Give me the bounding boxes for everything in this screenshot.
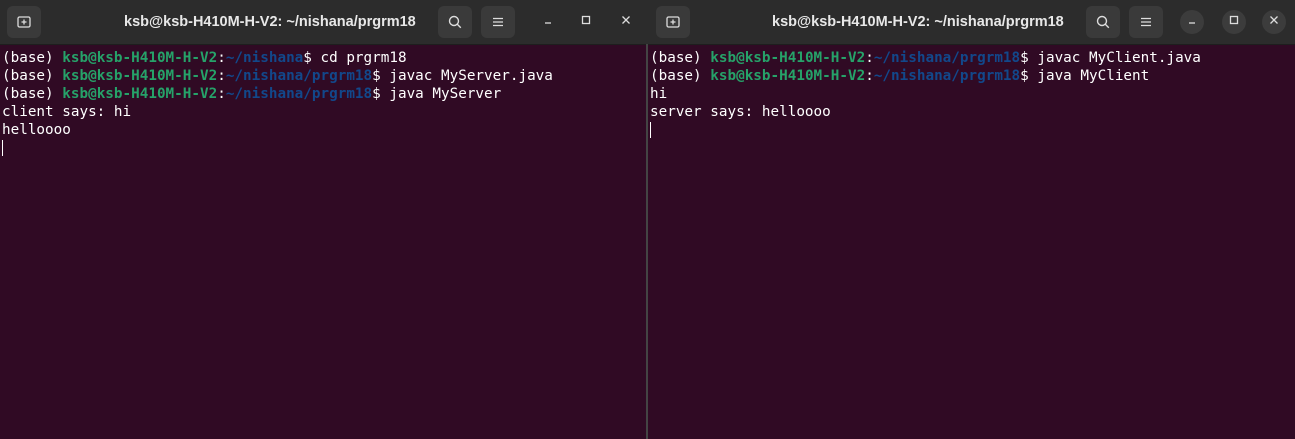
new-tab-icon (16, 14, 32, 30)
terminal-output[interactable]: (base) ksb@ksb-H410M-H-V2:~/nishana$ cd … (0, 45, 648, 439)
search-button[interactable] (438, 6, 472, 38)
hamburger-menu-icon (490, 14, 506, 30)
text-cursor (2, 140, 3, 156)
prompt-line: (base) ksb@ksb-H410M-H-V2:~/nishana/prgr… (650, 68, 1150, 84)
new-tab-button[interactable] (7, 6, 41, 38)
titlebar[interactable]: ksb@ksb-H410M-H-V2: ~/nishana/prgrm18 (0, 0, 648, 45)
minimize-button[interactable] (536, 10, 560, 34)
menu-button[interactable] (481, 6, 515, 38)
maximize-icon (580, 13, 592, 31)
output-line: client says: hi (2, 104, 132, 120)
close-button[interactable] (614, 10, 638, 34)
output-line: server says: helloooo (650, 104, 831, 120)
close-button[interactable] (1262, 10, 1286, 34)
output-line: hi (650, 86, 668, 102)
window-title: ksb@ksb-H410M-H-V2: ~/nishana/prgrm18 (772, 14, 1064, 30)
maximize-button[interactable] (1222, 10, 1246, 34)
terminal-window-client[interactable]: ksb@ksb-H410M-H-V2: ~/nishana/prgrm18 (b… (648, 0, 1295, 439)
search-button[interactable] (1086, 6, 1120, 38)
search-icon (1095, 14, 1111, 30)
maximize-icon (1228, 13, 1240, 31)
new-tab-icon (665, 14, 681, 30)
output-line: helloooo (2, 122, 71, 138)
titlebar[interactable]: ksb@ksb-H410M-H-V2: ~/nishana/prgrm18 (648, 0, 1295, 45)
menu-button[interactable] (1129, 6, 1163, 38)
new-tab-button[interactable] (656, 6, 690, 38)
search-icon (447, 14, 463, 30)
minimize-button[interactable] (1180, 10, 1204, 34)
terminal-window-server[interactable]: ksb@ksb-H410M-H-V2: ~/nishana/prgrm18 (b… (0, 0, 648, 439)
text-cursor (650, 122, 651, 138)
prompt-line: (base) ksb@ksb-H410M-H-V2:~/nishana$ cd … (2, 50, 407, 66)
prompt-line: (base) ksb@ksb-H410M-H-V2:~/nishana/prgr… (650, 50, 1201, 66)
maximize-button[interactable] (574, 10, 598, 34)
terminal-output[interactable]: (base) ksb@ksb-H410M-H-V2:~/nishana/prgr… (648, 45, 1295, 439)
minimize-icon (542, 13, 554, 31)
window-title: ksb@ksb-H410M-H-V2: ~/nishana/prgrm18 (124, 14, 416, 30)
minimize-icon (1186, 13, 1198, 31)
desktop: ksb@ksb-H410M-H-V2: ~/nishana/prgrm18 (b… (0, 0, 1295, 439)
close-icon (1268, 13, 1280, 31)
hamburger-menu-icon (1138, 14, 1154, 30)
prompt-line: (base) ksb@ksb-H410M-H-V2:~/nishana/prgr… (2, 68, 553, 84)
close-icon (620, 13, 632, 31)
prompt-line: (base) ksb@ksb-H410M-H-V2:~/nishana/prgr… (2, 86, 502, 102)
